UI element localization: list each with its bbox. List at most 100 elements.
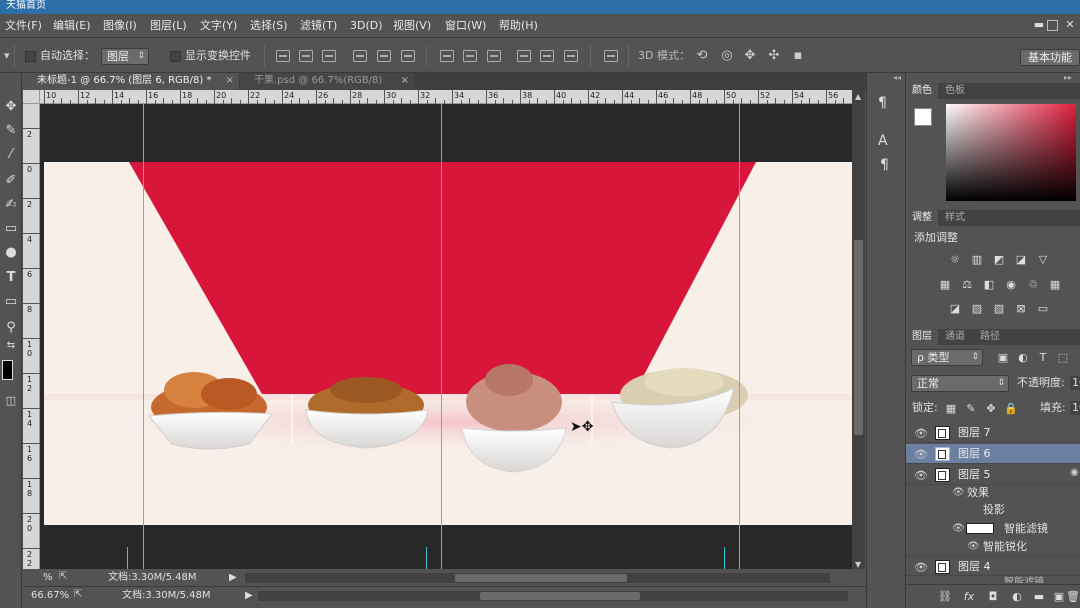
eye-icon[interactable]: 👁 xyxy=(967,540,980,554)
layer-row-5[interactable]: 👁 图层 5 ◉ xyxy=(906,465,1080,485)
layer-name[interactable]: 图层 4 xyxy=(958,560,991,574)
lock-transparent-icon[interactable]: ▦ xyxy=(944,402,958,415)
curves-icon[interactable]: ◩ xyxy=(992,253,1006,266)
blend-mode-dropdown[interactable]: 正常 xyxy=(911,375,1009,392)
eye-icon[interactable]: 👁 xyxy=(914,427,928,440)
filter-shape-icon[interactable]: ⬚ xyxy=(1056,351,1070,364)
document-canvas[interactable] xyxy=(44,162,852,525)
guide-line[interactable] xyxy=(426,547,427,569)
filter-adjustment-icon[interactable]: ◐ xyxy=(1016,351,1030,364)
auto-select-checkbox[interactable] xyxy=(25,51,36,62)
align-vcenter-icon[interactable] xyxy=(299,50,313,62)
eye-icon[interactable]: 👁 xyxy=(952,522,965,536)
align-left-icon[interactable] xyxy=(353,50,367,62)
zoom-level[interactable]: 66.67% xyxy=(31,590,69,602)
vertical-ruler[interactable]: 2 0 2 4 6 8 1 0 1 2 1 4 1 6 1 8 2 0 2 2 xyxy=(23,104,40,569)
menu-type[interactable]: 文字(Y) xyxy=(200,19,237,33)
lock-all-icon[interactable]: 🔒 xyxy=(1004,402,1018,415)
distribute-top-icon[interactable] xyxy=(440,50,454,62)
new-layer-icon[interactable]: ▣ xyxy=(1052,590,1066,603)
restore-icon[interactable] xyxy=(1047,20,1058,31)
eye-icon[interactable]: 👁 xyxy=(914,561,928,574)
guide-line[interactable] xyxy=(739,104,740,569)
gradient-tool-icon[interactable]: ▭ xyxy=(2,219,20,239)
foreground-color-swatch[interactable] xyxy=(2,360,13,380)
new-adjustment-icon[interactable]: ◐ xyxy=(1010,590,1024,603)
lock-position-icon[interactable]: ✥ xyxy=(984,402,998,415)
tab-swatches[interactable]: 色板 xyxy=(939,83,971,99)
exposure-icon[interactable]: ◪ xyxy=(1014,253,1028,266)
eyedropper-tool-icon[interactable]: ⁄ xyxy=(2,145,20,165)
horizontal-scroll-thumb[interactable] xyxy=(480,592,640,600)
collapse-icon[interactable]: ◂◂ xyxy=(893,73,901,82)
type-tool-icon[interactable]: T xyxy=(2,268,20,288)
align-top-icon[interactable] xyxy=(276,50,290,62)
color-spectrum-picker[interactable] xyxy=(946,104,1076,201)
horizontal-scrollbar[interactable] xyxy=(245,573,830,583)
opacity-input[interactable]: 10 xyxy=(1070,376,1080,390)
distribute-bottom-icon[interactable] xyxy=(487,50,501,62)
distribute-hcenter-icon[interactable] xyxy=(540,50,554,62)
tab-close-icon[interactable]: × xyxy=(226,73,234,89)
new-group-icon[interactable]: ▬ xyxy=(1032,590,1046,603)
vertical-scroll-thumb[interactable] xyxy=(854,240,863,435)
tab-ganguo[interactable]: 干果.psd @ 66.7%(RGB/8) × xyxy=(240,73,414,90)
horizontal-scrollbar[interactable] xyxy=(258,591,848,601)
quick-select-tool-icon[interactable]: ✎ xyxy=(2,121,20,141)
menu-filter[interactable]: 滤镜(T) xyxy=(300,19,337,33)
menu-file[interactable]: 文件(F) xyxy=(5,19,42,33)
foreground-color-swatch[interactable] xyxy=(914,108,932,126)
layer-name[interactable]: 图层 5 xyxy=(958,468,991,482)
paragraph-styles-icon[interactable]: ¶ xyxy=(878,95,887,111)
menu-3d[interactable]: 3D(D) xyxy=(350,19,383,33)
status-menu-arrow-icon[interactable]: ▶ xyxy=(229,572,237,584)
fx-badge-icon[interactable]: ◉ xyxy=(1070,467,1079,478)
tab-channels[interactable]: 通道 xyxy=(939,329,971,345)
shape-tool-icon[interactable]: ▭ xyxy=(2,292,20,312)
minimize-icon[interactable]: ▬ xyxy=(1032,19,1046,32)
canvas-area[interactable]: ➤✥ xyxy=(40,104,852,569)
layer-row-6[interactable]: 👁 图层 6 xyxy=(906,444,1080,464)
scale-3d-icon[interactable]: ▪ xyxy=(790,48,806,64)
move-tool-icon[interactable]: ✥ xyxy=(2,97,20,117)
close-icon[interactable]: ✕ xyxy=(1063,19,1077,32)
eye-icon[interactable]: 👁 xyxy=(914,448,928,461)
brush-tool-icon[interactable]: ✐ xyxy=(2,171,20,191)
align-right-icon[interactable] xyxy=(401,50,415,62)
channel-mixer-icon[interactable]: ♲ xyxy=(1026,278,1040,291)
menu-select[interactable]: 选择(S) xyxy=(250,19,288,33)
auto-align-icon[interactable] xyxy=(604,50,618,62)
zoom-tool-icon[interactable]: ⚲ xyxy=(2,318,20,338)
drag-3d-icon[interactable]: ✥ xyxy=(742,48,758,64)
fx-icon[interactable]: fx xyxy=(962,590,976,603)
menu-help[interactable]: 帮助(H) xyxy=(499,19,538,33)
guide-line[interactable] xyxy=(127,547,128,569)
brightness-icon[interactable]: ☼ xyxy=(948,253,962,266)
color-balance-icon[interactable]: ⚖ xyxy=(960,278,974,291)
eye-icon[interactable]: 👁 xyxy=(952,486,965,500)
filter-type-icon[interactable]: T xyxy=(1036,351,1050,364)
show-transform-checkbox[interactable] xyxy=(170,51,181,62)
color-lookup-icon[interactable]: ▦ xyxy=(1048,278,1062,291)
vertical-scrollbar[interactable]: ▲ ▼ xyxy=(852,90,865,569)
align-bottom-icon[interactable] xyxy=(322,50,336,62)
levels-icon[interactable]: ▥ xyxy=(970,253,984,266)
layer-name[interactable]: 图层 7 xyxy=(958,426,991,440)
delete-layer-icon[interactable]: 🗑 xyxy=(1066,590,1080,603)
horizontal-scroll-thumb[interactable] xyxy=(455,574,627,582)
dodge-tool-icon[interactable]: ● xyxy=(2,243,20,263)
guide-line[interactable] xyxy=(143,104,144,569)
export-icon[interactable]: ⇱ xyxy=(74,589,82,601)
selective-color-icon[interactable]: ⊠ xyxy=(1014,302,1028,315)
invert-icon[interactable]: ◪ xyxy=(948,302,962,315)
black-white-icon[interactable]: ◧ xyxy=(982,278,996,291)
quick-mask-icon[interactable]: ◫ xyxy=(2,391,20,411)
gradient-map-icon[interactable]: ▭ xyxy=(1036,302,1050,315)
collapse-panels-icon[interactable]: ▸▸ xyxy=(1064,73,1072,82)
tab-styles[interactable]: 样式 xyxy=(939,210,971,226)
slide-3d-icon[interactable]: ✣ xyxy=(766,48,782,64)
hue-saturation-icon[interactable]: ▦ xyxy=(938,278,952,291)
layer-row-4[interactable]: 👁 图层 4 xyxy=(906,556,1080,576)
ruler-origin[interactable] xyxy=(23,90,40,104)
eye-icon[interactable]: 👁 xyxy=(914,469,928,482)
